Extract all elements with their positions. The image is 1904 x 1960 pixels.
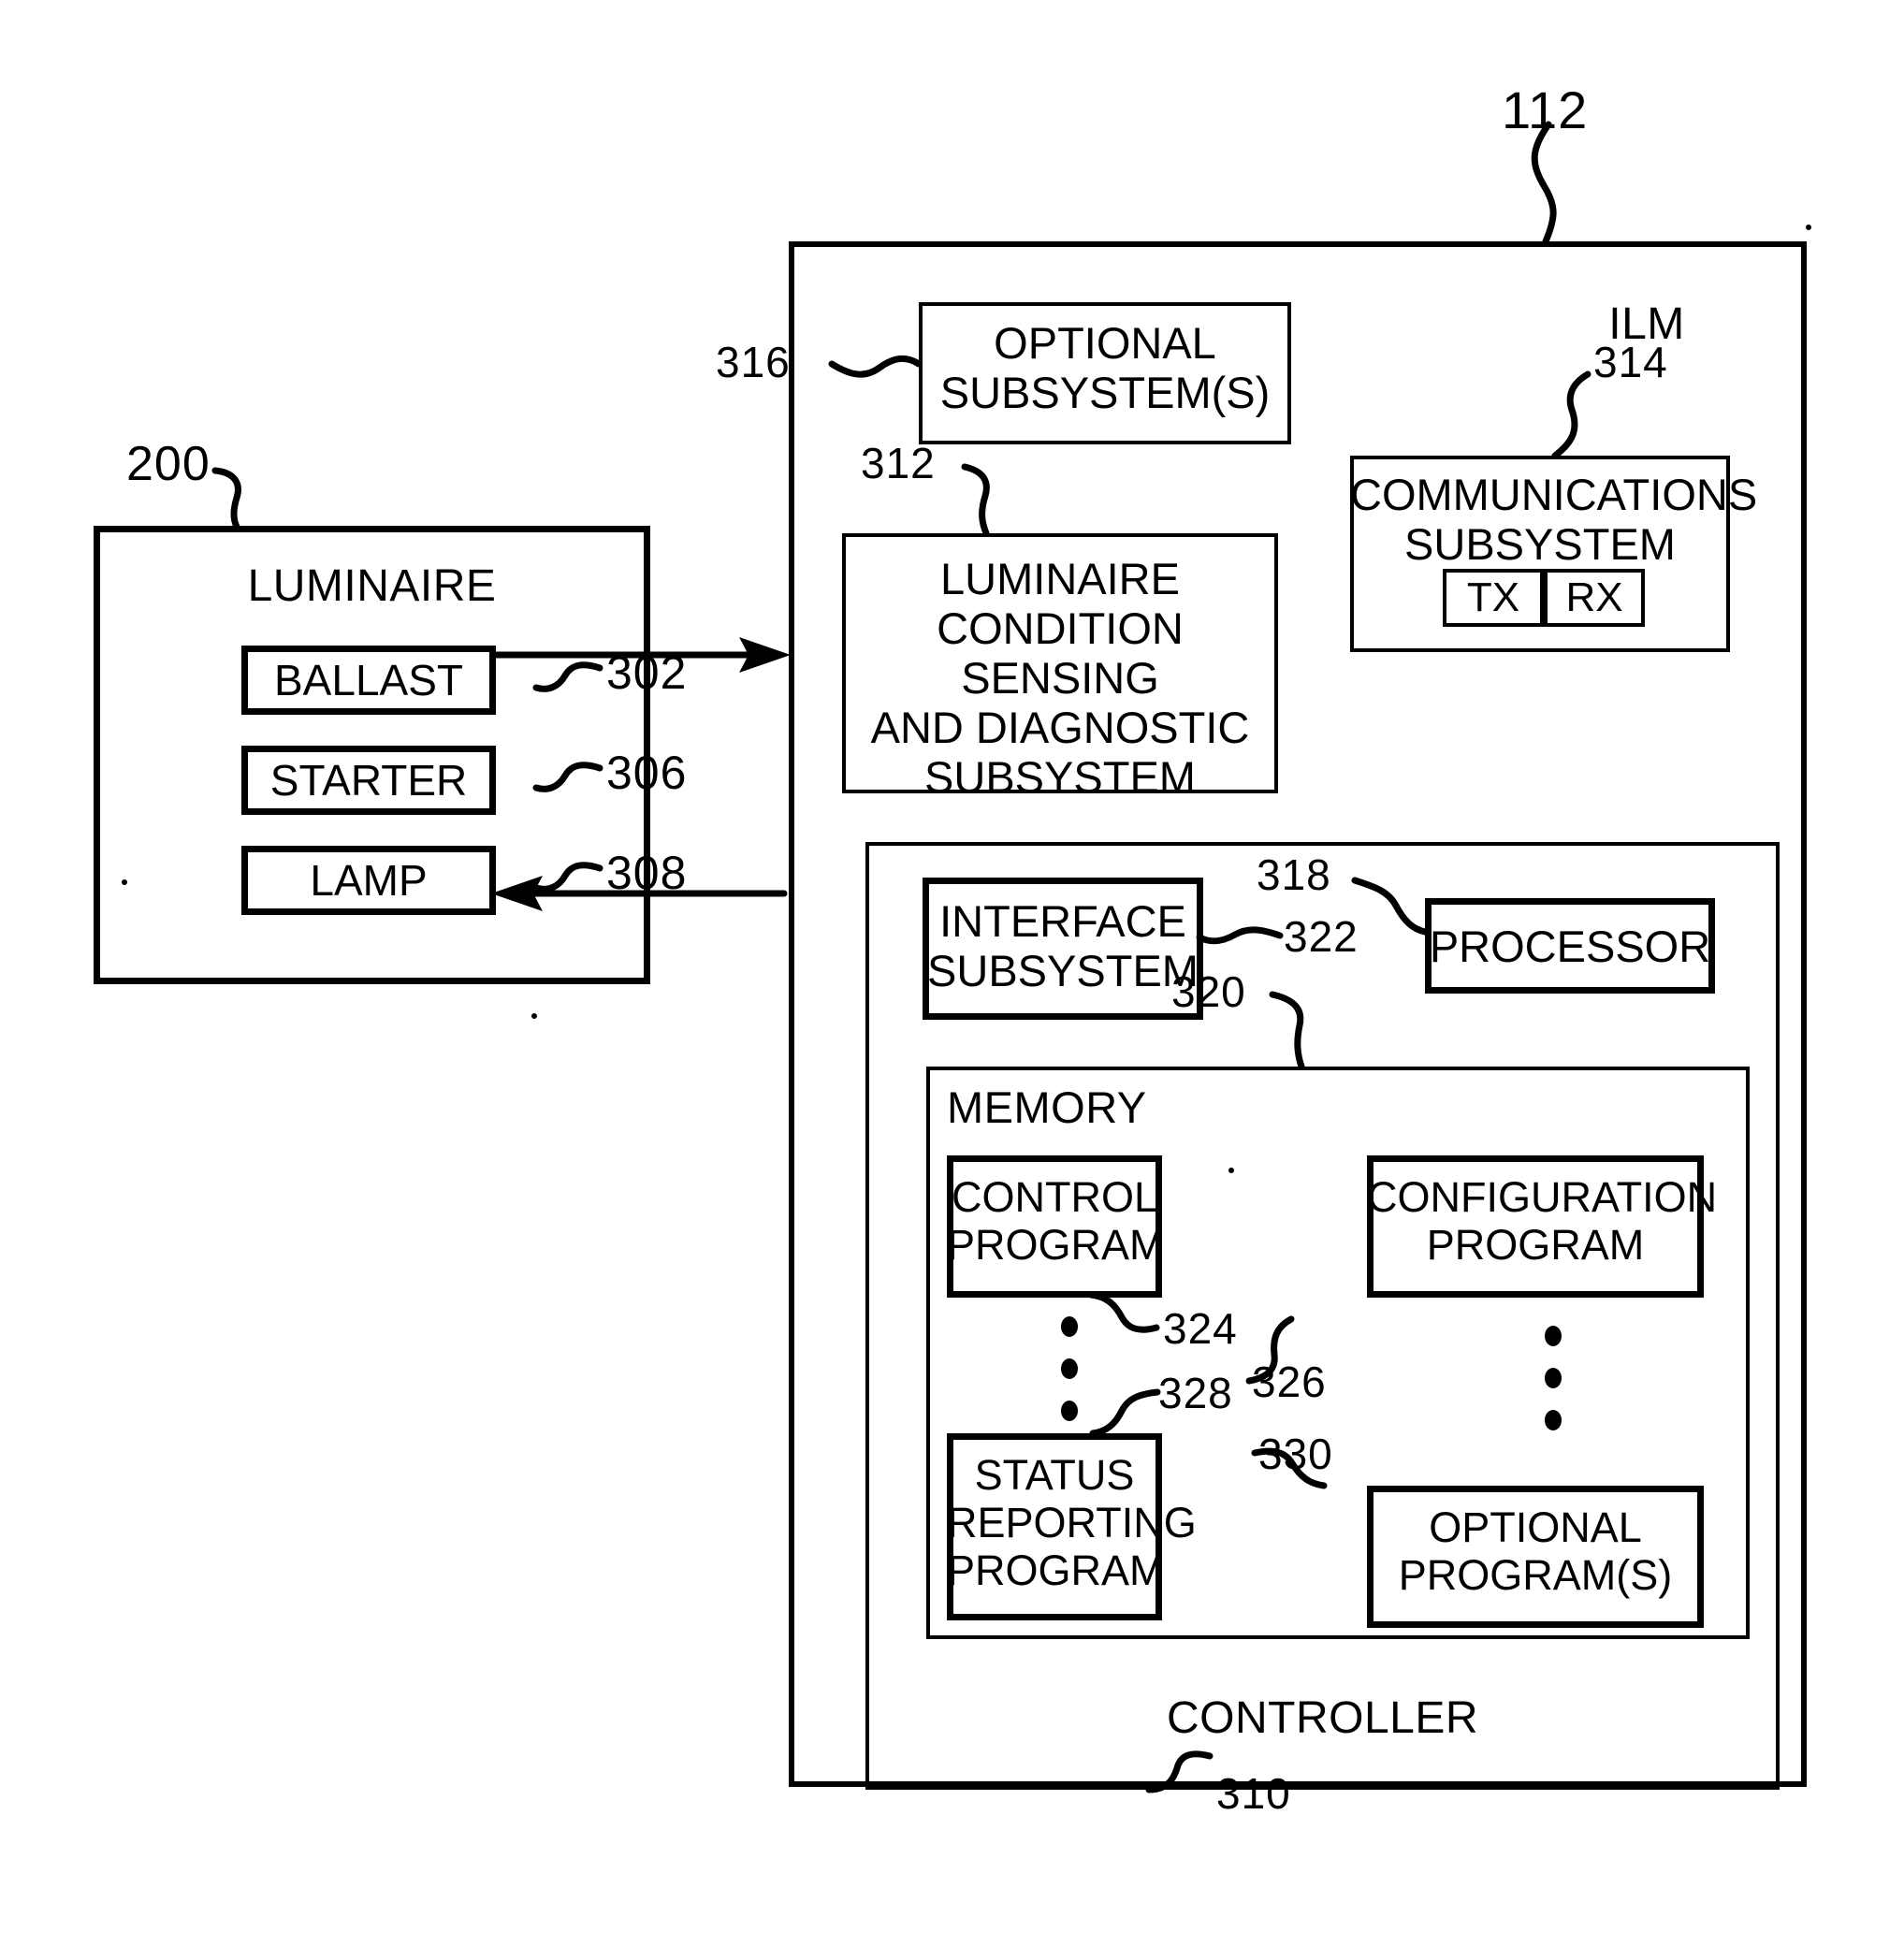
status-reporting-program-label: STATUS REPORTING PROGRAM (947, 1451, 1197, 1594)
arrowhead-to-ilm (739, 637, 791, 673)
lamp-box: LAMP (241, 846, 496, 915)
communications-subsystem-label: COMMUNICATIONS SUBSYSTEM (1350, 470, 1758, 570)
rx-label: RX (1565, 574, 1623, 620)
controller-label: CONTROLLER (1166, 1693, 1479, 1743)
optional-subsystems-label: OPTIONAL SUBSYSTEM(S) (939, 318, 1271, 418)
ballast-box: BALLAST (241, 646, 496, 715)
ref-numeral-200: 200 (126, 437, 211, 491)
patent-figure: 112 200 316 312 314 318 322 320 324 328 … (0, 0, 1904, 1960)
tx-box: TX (1443, 569, 1544, 627)
tx-label: TX (1466, 574, 1520, 620)
lamp-label: LAMP (310, 856, 428, 905)
processor-box: PROCESSOR (1425, 898, 1715, 994)
luminaire-title: LUMINAIRE (247, 561, 497, 611)
interface-subsystem-label: INTERFACE SUBSYSTEM (927, 896, 1199, 996)
scan-speck (1806, 225, 1811, 230)
starter-label: STARTER (269, 756, 468, 805)
control-program-label: CONTROL PROGRAM (947, 1173, 1165, 1269)
ilm-label: ILM (1608, 299, 1685, 349)
memory-label: MEMORY (947, 1082, 1147, 1132)
configuration-program-label: CONFIGURATION PROGRAM (1367, 1173, 1718, 1269)
rx-box: RX (1544, 569, 1645, 627)
sensing-subsystem-label: LUMINAIRE CONDITION SENSING AND DIAGNOST… (870, 554, 1250, 803)
processor-label: PROCESSOR (1429, 921, 1711, 971)
starter-box: STARTER (241, 746, 496, 815)
ballast-label: BALLAST (274, 656, 463, 704)
ref-numeral-316: 316 (716, 338, 791, 386)
optional-programs-label: OPTIONAL PROGRAM(S) (1398, 1503, 1673, 1599)
ref-numeral-112: 112 (1502, 80, 1589, 139)
scan-speck (531, 1013, 537, 1019)
